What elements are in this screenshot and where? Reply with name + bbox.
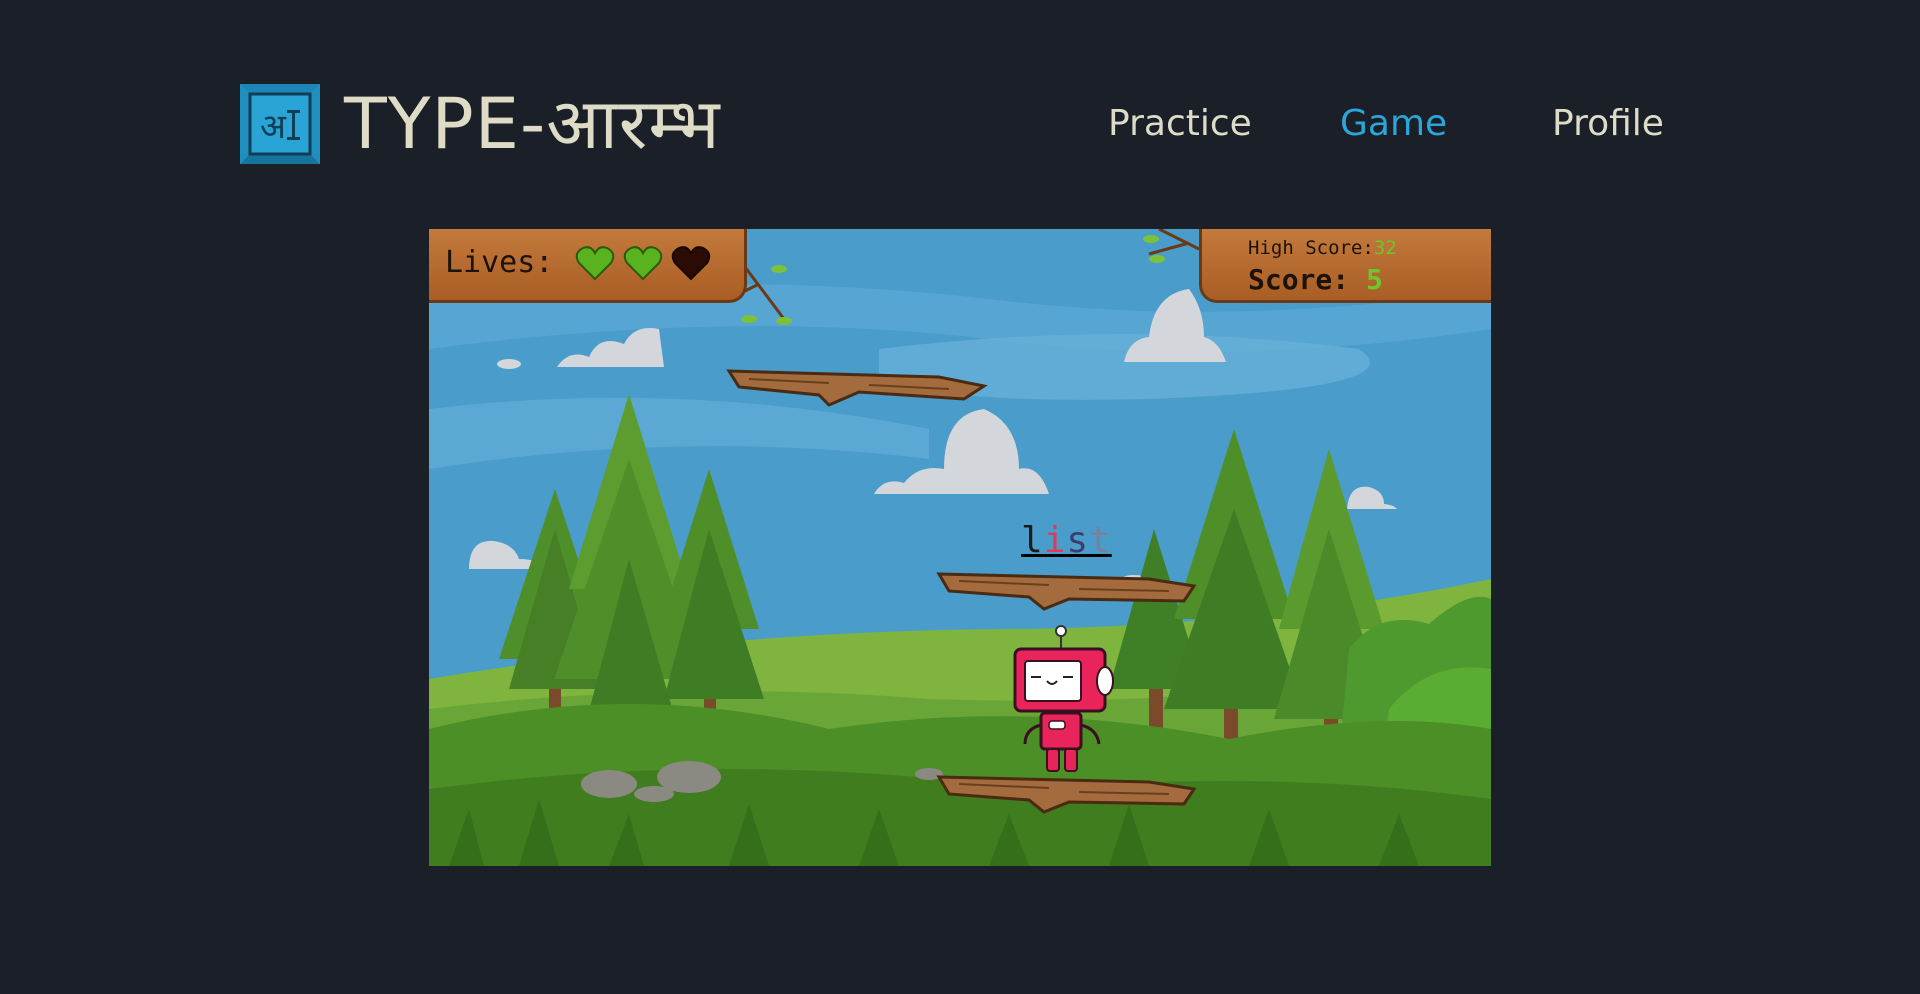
hearts xyxy=(575,243,711,283)
nav-game[interactable]: Game xyxy=(1340,100,1447,148)
heart-full-icon xyxy=(575,246,615,281)
high-score-label: High Score: xyxy=(1248,237,1374,259)
score: Score: 5 xyxy=(1248,263,1383,297)
game-scene xyxy=(429,229,1491,866)
game-canvas[interactable]: Lives: High Score:32 Score: 5 list xyxy=(429,229,1491,866)
nav-profile[interactable]: Profile xyxy=(1552,100,1664,148)
heart-empty-icon xyxy=(671,246,711,281)
score-label: Score: xyxy=(1248,263,1350,296)
word-typed: l xyxy=(1021,520,1044,561)
score-panel: High Score:32 Score: 5 xyxy=(1199,229,1491,303)
word-current-char: i xyxy=(1043,520,1067,561)
nav-practice[interactable]: Practice xyxy=(1108,100,1252,148)
logo-glyph: अ xyxy=(260,107,287,147)
target-word: list xyxy=(1021,519,1112,563)
word-rest: t xyxy=(1089,520,1112,561)
logo-icon[interactable]: अ xyxy=(240,84,320,164)
heart-full-icon xyxy=(623,246,663,281)
lives-panel: Lives: xyxy=(429,229,747,303)
app-title: TYPE-आरम्भ xyxy=(344,83,721,165)
high-score: High Score:32 xyxy=(1248,235,1397,261)
high-score-value: 32 xyxy=(1373,237,1397,259)
lives-label: Lives: xyxy=(445,245,554,280)
score-value: 5 xyxy=(1366,263,1383,296)
word-pending: s xyxy=(1066,520,1090,561)
